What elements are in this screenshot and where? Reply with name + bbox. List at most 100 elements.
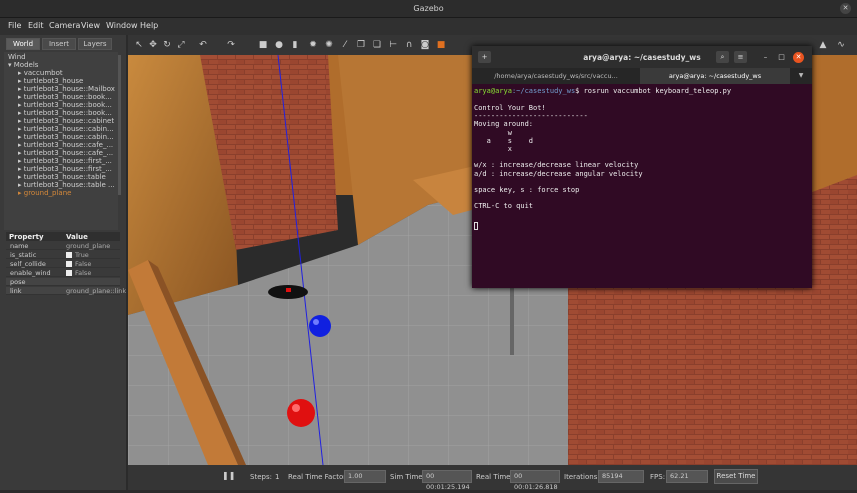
property-row-enable-wind[interactable]: enable_wind False xyxy=(6,269,120,277)
terminal-tab-2[interactable]: arya@arya: ~/casestudy_ws xyxy=(640,68,790,84)
tree-item-label: Wind xyxy=(8,53,26,61)
property-value-text: ground_plane xyxy=(66,242,111,250)
property-row-is-static[interactable]: is_static True xyxy=(6,251,120,259)
sphere-shape-icon[interactable]: ● xyxy=(274,40,284,50)
tree-item-model[interactable]: ▸ vaccumbot xyxy=(18,69,63,77)
rotate-tool-icon[interactable]: ↻ xyxy=(162,40,172,50)
terminal-tabs: /home/arya/casestudy_ws/src/vaccu... ary… xyxy=(472,68,812,84)
tree-item-label: turtlebot3_house::Mailbox xyxy=(23,85,115,93)
property-row-self-collide[interactable]: self_collide False xyxy=(6,260,120,268)
terminal-output[interactable]: arya@arya:~/casestudy_ws$ rosrun vaccumb… xyxy=(474,87,808,285)
terminal-window[interactable]: + arya@arya: ~/casestudy_ws ⌕ ≡ – □ ✕ /h… xyxy=(472,46,812,288)
tree-item-wind[interactable]: Wind xyxy=(8,53,26,61)
undo-icon[interactable]: ↶ xyxy=(198,40,208,50)
tab-insert[interactable]: Insert xyxy=(42,38,76,50)
menu-bar: File Edit Camera View Window Help xyxy=(0,18,857,35)
record-icon[interactable]: ■ xyxy=(436,40,446,50)
terminal-close-button[interactable]: ✕ xyxy=(793,52,804,63)
point-light-icon[interactable]: ✹ xyxy=(308,40,318,50)
tree-item-model[interactable]: ▸ turtlebot3_house::cabin... xyxy=(18,125,114,133)
tab-dropdown-icon[interactable]: ▼ xyxy=(794,68,808,84)
tree-scrollbar[interactable] xyxy=(118,55,121,195)
terminal-line: space key, s : force stop xyxy=(474,186,580,194)
property-checkbox[interactable] xyxy=(66,270,72,276)
tree-item-model[interactable]: ▸ turtlebot3_house::cabinet xyxy=(18,117,114,125)
tree-item-model[interactable]: ▸ turtlebot3_house xyxy=(18,77,83,85)
tree-item-label: turtlebot3_house::cabinet xyxy=(23,117,115,125)
change-view-icon[interactable]: ◙ xyxy=(420,40,430,50)
property-value: ground_plane::link xyxy=(66,287,126,295)
terminal-tab-1[interactable]: /home/arya/casestudy_ws/src/vaccu... xyxy=(472,68,640,84)
tree-item-model[interactable]: ▸ turtlebot3_house::cafe_... xyxy=(18,149,113,157)
window-close-button[interactable]: ✕ xyxy=(840,3,851,14)
terminal-line: a s d xyxy=(474,136,534,145)
tab-layers[interactable]: Layers xyxy=(78,38,112,50)
menu-edit[interactable]: Edit xyxy=(28,21,44,30)
menu-camera[interactable]: Camera xyxy=(49,21,80,30)
screenshot-icon[interactable]: ▲ xyxy=(818,40,828,50)
property-value: False xyxy=(66,269,91,277)
scale-tool-icon[interactable]: ⤢ xyxy=(176,40,186,50)
property-value: True xyxy=(66,251,89,259)
tree-item-label: turtlebot3_house::first_... xyxy=(23,157,112,165)
tree-item-model[interactable]: ▸ turtlebot3_house::Mailbox xyxy=(18,85,115,93)
property-key: link xyxy=(10,287,22,295)
tree-item-models[interactable]: ▾ Models xyxy=(8,61,38,69)
menu-view[interactable]: View xyxy=(81,21,100,30)
tree-item-model[interactable]: ▸ turtlebot3_house::book... xyxy=(18,93,112,101)
terminal-search-icon[interactable]: ⌕ xyxy=(716,51,729,63)
blue-ball[interactable] xyxy=(309,315,331,337)
directional-light-icon[interactable]: ⁄ xyxy=(340,40,350,50)
property-row-link[interactable]: link ground_plane::link xyxy=(6,287,126,295)
align-icon[interactable]: ⊢ xyxy=(388,40,398,50)
steps-value[interactable]: 1 xyxy=(275,473,279,481)
rtf-label: Real Time Factor: xyxy=(288,473,349,481)
tree-item-model[interactable]: ▸ turtlebot3_house::cabin... xyxy=(18,133,114,141)
tree-item-model[interactable]: ▸ turtlebot3_house::book... xyxy=(18,109,112,117)
paste-icon[interactable]: ❏ xyxy=(372,40,382,50)
property-checkbox[interactable] xyxy=(66,252,72,258)
tree-item-model[interactable]: ▸ turtlebot3_house::cafe_... xyxy=(18,141,113,149)
maximize-button[interactable]: □ xyxy=(776,52,787,63)
tab-world[interactable]: World xyxy=(6,38,40,50)
realtime-label: Real Time: xyxy=(476,473,513,481)
tree-item-model[interactable]: ▸ turtlebot3_house::table ... xyxy=(18,181,115,189)
window-titlebar: Gazebo ✕ xyxy=(0,0,857,18)
tree-item-model[interactable]: ▸ turtlebot3_house::table xyxy=(18,173,106,181)
property-row-name[interactable]: name ground_plane xyxy=(6,242,120,250)
value-column-header: Value xyxy=(66,233,88,241)
redo-icon[interactable]: ↷ xyxy=(226,40,236,50)
property-column-header: Property xyxy=(9,233,44,241)
property-value-text: ground_plane::link xyxy=(66,287,127,295)
tree-item-model[interactable]: ▸ turtlebot3_house::first_... xyxy=(18,157,112,165)
menu-help[interactable]: Help xyxy=(140,21,158,30)
snap-icon[interactable]: ∩ xyxy=(404,40,414,50)
menu-file[interactable]: File xyxy=(8,21,21,30)
cylinder-shape-icon[interactable]: ▮ xyxy=(290,40,300,50)
property-row-pose[interactable]: pose xyxy=(6,278,120,286)
terminal-line: a/d : increase/decrease angular velocity xyxy=(474,169,643,178)
minimize-button[interactable]: – xyxy=(760,52,771,63)
plot-icon[interactable]: ∿ xyxy=(836,40,846,50)
simtime-label: Sim Time: xyxy=(390,473,425,481)
tree-item-model[interactable]: ▸ ground_plane xyxy=(18,189,71,197)
terminal-line: --------------------------- xyxy=(474,112,588,121)
copy-icon[interactable]: ❐ xyxy=(356,40,366,50)
reset-time-button[interactable]: Reset Time xyxy=(714,469,758,484)
spot-light-icon[interactable]: ✺ xyxy=(324,40,334,50)
tree-item-model[interactable]: ▸ turtlebot3_house::book... xyxy=(18,101,112,109)
select-tool-icon[interactable]: ↖ xyxy=(134,40,144,50)
box-shape-icon[interactable]: ■ xyxy=(258,40,268,50)
property-checkbox[interactable] xyxy=(66,261,72,267)
window-title: Gazebo xyxy=(413,4,444,13)
prompt-path: :~/casestudy_ws xyxy=(511,87,576,95)
translate-tool-icon[interactable]: ✥ xyxy=(148,40,158,50)
terminal-cursor xyxy=(474,222,478,230)
tree-item-label: turtlebot3_house::cabin... xyxy=(23,133,114,141)
menu-window[interactable]: Window xyxy=(106,21,138,30)
terminal-menu-icon[interactable]: ≡ xyxy=(734,51,747,63)
tree-item-model[interactable]: ▸ turtlebot3_house::first_... xyxy=(18,165,112,173)
tree-item-label: turtlebot3_house::table xyxy=(23,173,106,181)
red-ball[interactable] xyxy=(287,399,315,427)
pause-button[interactable]: ❚❚ xyxy=(222,471,235,480)
